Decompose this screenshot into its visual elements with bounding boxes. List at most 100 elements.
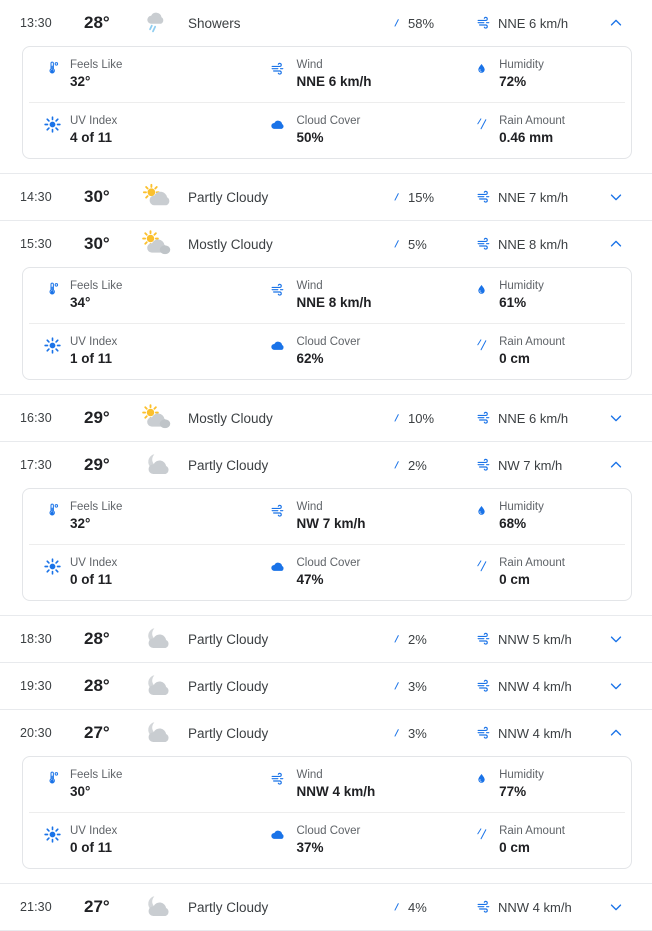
forecast-condition: Mostly Cloudy	[134, 227, 390, 261]
detail-text: Cloud Cover 47%	[296, 556, 360, 589]
forecast-row-header[interactable]: 16:30 29° Mostly Cloudy 10% NNE 6 km/h	[0, 395, 652, 441]
detail-label-rain-amount: Rain Amount	[499, 115, 565, 127]
detail-label-wind: Wind	[296, 59, 323, 71]
wind-icon	[476, 678, 492, 694]
detail-value-wind: NNW 4 km/h	[296, 784, 376, 799]
wind-icon	[269, 58, 287, 78]
detail-label-cloud-cover: Cloud Cover	[296, 336, 361, 348]
forecast-wind: NW 7 km/h	[476, 457, 598, 473]
forecast-condition-label: Partly Cloudy	[188, 457, 269, 473]
forecast-precipitation: 4%	[390, 900, 476, 915]
chevron-up-icon[interactable]	[607, 14, 625, 32]
wind-icon	[269, 279, 287, 299]
forecast-details-card: Feels Like 32° Wind NNE 6 km/h Humidity 72% UV…	[22, 46, 632, 159]
forecast-row-header[interactable]: 17:30 29° Partly Cloudy 2% NW 7 km/h	[0, 442, 652, 488]
forecast-condition: Partly Cloudy	[134, 622, 390, 656]
forecast-row-header[interactable]: 20:30 27° Partly Cloudy 3% NNW 4 km/h	[0, 710, 652, 756]
forecast-condition-label: Partly Cloudy	[188, 631, 269, 647]
forecast-wind-value: NNE 6 km/h	[498, 410, 569, 426]
forecast-time: 19:30	[20, 679, 52, 693]
forecast-precipitation: 15%	[390, 190, 476, 205]
forecast-time: 15:30	[20, 237, 52, 251]
detail-text: Feels Like 30°	[70, 768, 122, 801]
forecast-row-header[interactable]: 15:30 30° Mostly Cloudy 5% NNE 8 km/h	[0, 221, 652, 267]
wind-icon	[476, 457, 492, 473]
forecast-temperature: 28°	[84, 13, 110, 32]
cloud-icon	[269, 114, 287, 134]
forecast-time: 14:30	[20, 190, 52, 204]
expand-toggle-button[interactable]	[598, 409, 634, 427]
humidity-drop-icon	[472, 58, 490, 78]
detail-label-humidity: Humidity	[499, 59, 544, 71]
detail-text: Humidity 61%	[499, 279, 544, 312]
expand-toggle-button[interactable]	[598, 188, 634, 206]
chevron-down-icon[interactable]	[607, 630, 625, 648]
detail-label-rain-amount: Rain Amount	[499, 557, 565, 569]
forecast-details-row: Feels Like 34° Wind NNE 8 km/h Humidity 61%	[29, 268, 625, 323]
chevron-down-icon[interactable]	[607, 898, 625, 916]
detail-text: Feels Like 32°	[70, 500, 122, 533]
detail-wind: Wind NNW 4 km/h	[255, 757, 458, 812]
thermometer-icon	[43, 768, 61, 788]
forecast-time: 13:30	[20, 16, 52, 30]
expand-toggle-button[interactable]	[598, 677, 634, 695]
detail-label-uv-index: UV Index	[70, 115, 118, 127]
forecast-precipitation: 3%	[390, 726, 476, 741]
forecast-precipitation-value: 58%	[408, 15, 435, 31]
detail-text: Rain Amount 0 cm	[499, 824, 565, 857]
chevron-down-icon[interactable]	[607, 677, 625, 695]
detail-label-cloud-cover: Cloud Cover	[296, 557, 361, 569]
forecast-precipitation-value: 2%	[408, 631, 427, 647]
detail-cloud-cover: Cloud Cover 37%	[255, 813, 458, 868]
forecast-temperature: 27°	[84, 723, 110, 742]
wind-icon	[476, 15, 492, 31]
cloud-icon	[269, 556, 287, 576]
detail-feels-like: Feels Like 30°	[29, 757, 255, 812]
detail-humidity: Humidity 68%	[458, 489, 625, 544]
forecast-details-row: UV Index 0 of 11 Cloud Cover 37% Rain Amount…	[29, 812, 625, 868]
forecast-wind-value: NNE 8 km/h	[498, 236, 569, 252]
raindrop-icon	[390, 726, 403, 741]
chevron-up-icon[interactable]	[607, 724, 625, 742]
forecast-condition: Partly Cloudy	[134, 716, 390, 750]
forecast-details: Feels Like 30° Wind NNW 4 km/h Humidity 77% UV…	[0, 756, 652, 883]
expand-toggle-button[interactable]	[598, 724, 634, 742]
detail-text: Cloud Cover 50%	[296, 114, 360, 147]
wind-icon	[476, 899, 492, 915]
detail-label-rain-amount: Rain Amount	[499, 336, 565, 348]
sun-burst-icon	[43, 556, 61, 576]
detail-cloud-cover: Cloud Cover 62%	[255, 324, 458, 379]
forecast-row-header[interactable]: 21:30 27° Partly Cloudy 4% NNW 4 km/h	[0, 884, 652, 930]
forecast-row: 19:30 28° Partly Cloudy 3% NNW 4 km/h	[0, 663, 652, 709]
forecast-row-header[interactable]: 13:30 28° Showers 58% NNE 6 km/h	[0, 0, 652, 46]
wind-icon	[476, 189, 492, 205]
forecast-condition-label: Mostly Cloudy	[188, 410, 273, 426]
detail-uv-index: UV Index 0 of 11	[29, 813, 255, 868]
forecast-temperature: 28°	[84, 629, 110, 648]
forecast-row: 16:30 29° Mostly Cloudy 10% NNE 6 km/h	[0, 395, 652, 441]
sun-burst-icon	[43, 824, 61, 844]
chevron-down-icon[interactable]	[607, 409, 625, 427]
expand-toggle-button[interactable]	[598, 898, 634, 916]
forecast-wind-value: NNE 6 km/h	[498, 15, 569, 31]
forecast-row-header[interactable]: 18:30 28° Partly Cloudy 2% NNW 5 km/h	[0, 616, 652, 662]
forecast-row-header[interactable]: 14:30 30° Partly Cloudy 15% NNE 7 km/h	[0, 174, 652, 220]
chevron-down-icon[interactable]	[607, 188, 625, 206]
expand-toggle-button[interactable]	[598, 456, 634, 474]
forecast-row-header[interactable]: 19:30 28° Partly Cloudy 3% NNW 4 km/h	[0, 663, 652, 709]
forecast-row: 20:30 27° Partly Cloudy 3% NNW 4 km/h Feels L…	[0, 710, 652, 883]
expand-toggle-button[interactable]	[598, 630, 634, 648]
detail-text: Wind NNW 4 km/h	[296, 768, 375, 801]
expand-toggle-button[interactable]	[598, 235, 634, 253]
expand-toggle-button[interactable]	[598, 14, 634, 32]
forecast-condition: Partly Cloudy	[134, 448, 390, 482]
forecast-details-card: Feels Like 34° Wind NNE 8 km/h Humidity 61% UV…	[22, 267, 632, 380]
chevron-up-icon[interactable]	[607, 235, 625, 253]
detail-label-uv-index: UV Index	[70, 825, 118, 837]
moon-cloud-icon	[134, 890, 178, 924]
moon-cloud-icon	[134, 716, 178, 750]
detail-text: UV Index 0 of 11	[70, 824, 117, 857]
raindrop-icon	[390, 679, 403, 694]
chevron-up-icon[interactable]	[607, 456, 625, 474]
forecast-wind: NNE 7 km/h	[476, 189, 598, 205]
